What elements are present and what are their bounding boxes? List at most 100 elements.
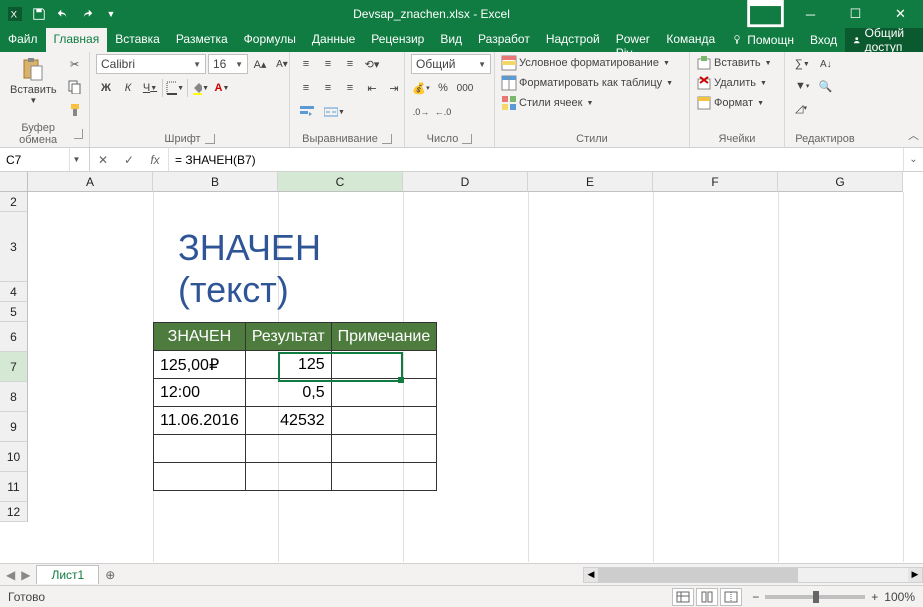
scroll-thumb[interactable] [598,568,798,582]
conditional-formatting-button[interactable]: Условное форматирование▼ [501,54,670,72]
row-header[interactable]: 3 [0,212,28,282]
signin[interactable]: Вход [802,28,845,52]
fill-color-button[interactable]: ▼ [190,78,210,98]
align-top-button[interactable]: ≡ [296,54,316,74]
align-middle-button[interactable]: ≡ [318,54,338,74]
accounting-button[interactable]: 💰▾ [411,78,431,98]
tab-home[interactable]: Главная [46,28,108,52]
cell[interactable] [331,407,437,435]
align-bottom-button[interactable]: ≡ [340,54,360,74]
increase-decimal-button[interactable]: .0→ [411,102,431,122]
fill-button[interactable]: ▼▾ [791,76,813,96]
zoom-in-button[interactable]: + [871,590,878,604]
decrease-indent-button[interactable]: ⇤ [362,78,382,98]
tab-view[interactable]: Вид [432,28,470,52]
column-header[interactable]: A [28,172,153,192]
minimize-button[interactable]: ─ [788,0,833,28]
cell[interactable]: 125 [245,351,331,379]
zoom-slider[interactable] [765,595,865,599]
comma-button[interactable]: 000 [455,78,475,98]
column-header[interactable]: C [278,172,403,192]
fx-button[interactable]: fx [142,148,168,171]
sheet-nav[interactable]: ◀▶ [0,568,36,582]
cell[interactable] [154,463,246,491]
cell[interactable] [245,435,331,463]
decrease-decimal-button[interactable]: ←.0 [433,102,453,122]
increase-font-button[interactable]: A▴ [250,54,270,74]
page-layout-view-button[interactable] [696,588,718,606]
row-header[interactable]: 2 [0,192,28,212]
formula-input[interactable]: = ЗНАЧЕН(B7) [169,148,903,171]
tab-insert[interactable]: Вставка [107,28,168,52]
normal-view-button[interactable] [672,588,694,606]
align-right-button[interactable]: ≡ [340,78,360,98]
cell[interactable]: 11.06.2016 [154,407,246,435]
row-header[interactable]: 7 [0,352,28,382]
paste-button[interactable]: Вставить ▼ [6,54,61,107]
column-header[interactable]: E [528,172,653,192]
cell[interactable] [331,435,437,463]
copy-button[interactable] [65,77,85,97]
cut-button[interactable]: ✂ [65,54,85,74]
cell[interactable] [331,351,437,379]
cell[interactable] [331,463,437,491]
share-button[interactable]: Общий доступ [845,28,923,52]
tab-powerpivot[interactable]: Power Piv [608,28,659,52]
collapse-ribbon-button[interactable]: ︿ [908,127,919,143]
wrap-text-button[interactable] [296,102,318,122]
align-center-button[interactable]: ≡ [318,78,338,98]
tab-addins[interactable]: Надстрой [538,28,608,52]
bold-button[interactable]: Ж [96,78,116,98]
row-header[interactable]: 6 [0,322,28,352]
tab-formulas[interactable]: Формулы [236,28,304,52]
format-painter-button[interactable] [65,100,85,120]
zoom-out-button[interactable]: − [752,590,759,604]
clear-button[interactable]: ◿▾ [791,98,811,118]
sort-filter-button[interactable]: A↓ [816,54,836,74]
chevron-down-icon[interactable]: ▼ [69,148,83,171]
zoom-level[interactable]: 100% [884,590,915,604]
format-as-table-button[interactable]: Форматировать как таблицу▼ [501,74,673,92]
save-icon[interactable] [30,5,48,23]
zoom-thumb[interactable] [813,591,819,603]
align-left-button[interactable]: ≡ [296,78,316,98]
cell[interactable]: 0,5 [245,379,331,407]
underline-button[interactable]: Ч▼ [140,78,160,98]
close-button[interactable]: ✕ [878,0,923,28]
row-header[interactable]: 5 [0,302,28,322]
tab-layout[interactable]: Разметка [168,28,236,52]
find-button[interactable]: 🔍 [815,76,835,96]
sheet-tab[interactable]: Лист1 [36,565,99,584]
orientation-button[interactable]: ⟲▾ [362,54,382,74]
cell[interactable]: 42532 [245,407,331,435]
tab-review[interactable]: Рецензир [363,28,432,52]
tab-team[interactable]: Команда [658,28,723,52]
row-header[interactable]: 10 [0,442,28,472]
font-name-select[interactable]: Calibri▼ [96,54,206,74]
scroll-right-icon[interactable]: ▶ [908,568,922,582]
cancel-formula-button[interactable]: ✕ [90,148,116,171]
insert-cells-button[interactable]: Вставить▼ [696,54,772,72]
row-header[interactable]: 12 [0,502,28,522]
alignment-launcher[interactable] [382,134,392,144]
row-header[interactable]: 9 [0,412,28,442]
italic-button[interactable]: К [118,78,138,98]
name-box[interactable]: C7▼ [0,148,90,171]
tab-file[interactable]: Файл [0,28,46,52]
cell[interactable] [154,435,246,463]
row-header[interactable]: 8 [0,382,28,412]
decrease-font-button[interactable]: A▾ [272,54,292,74]
autosum-button[interactable]: ∑▼ [791,54,814,74]
prev-sheet-icon[interactable]: ◀ [6,568,15,582]
percent-button[interactable]: % [433,78,453,98]
row-header[interactable]: 4 [0,282,28,302]
cell[interactable] [331,379,437,407]
spreadsheet-grid[interactable]: ABCDEFG 23456789101112 ЗНАЧЕН (текст) ЗН… [0,172,923,562]
font-color-button[interactable]: A▼ [212,78,232,98]
increase-indent-button[interactable]: ⇥ [384,78,404,98]
maximize-button[interactable]: ☐ [833,0,878,28]
next-sheet-icon[interactable]: ▶ [21,568,30,582]
page-break-view-button[interactable] [720,588,742,606]
column-header[interactable]: D [403,172,528,192]
column-header[interactable]: F [653,172,778,192]
